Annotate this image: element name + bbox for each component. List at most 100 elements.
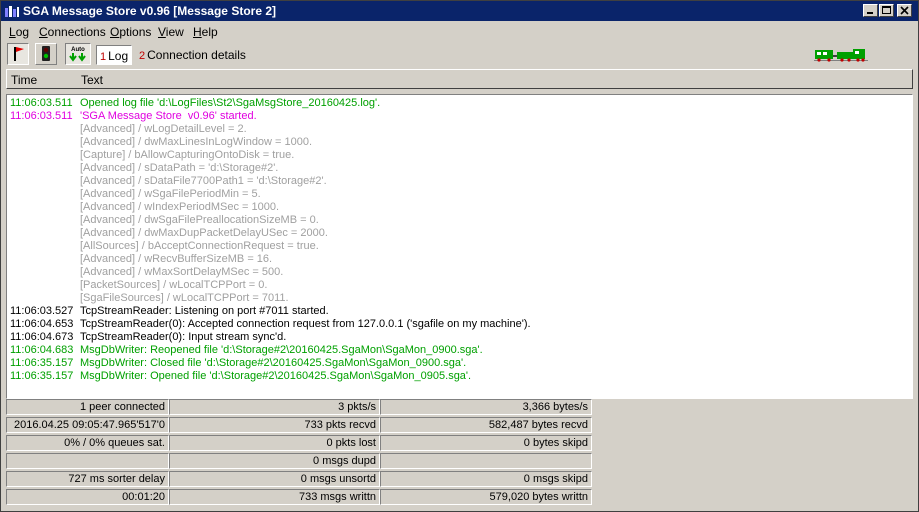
tab-connection-details[interactable]: 2 Connection details bbox=[136, 45, 249, 65]
log-timestamp: 11:06:03.511 bbox=[10, 97, 73, 109]
menu-help[interactable]: Help bbox=[193, 25, 218, 39]
log-list[interactable]: 11:06:03.511 Opened log file 'd:\LogFiles… bbox=[6, 94, 913, 399]
log-text: MsgDbWriter: Reopened file 'd:\Storage#2… bbox=[80, 344, 483, 356]
log-timestamp: 11:06:35.157 bbox=[10, 370, 74, 382]
column-header-time[interactable]: Time bbox=[11, 73, 37, 87]
menu-view[interactable]: View bbox=[158, 25, 184, 39]
auto-label: Auto bbox=[71, 47, 85, 53]
log-text: [Advanced] / wRecvBufferSizeMB = 16. bbox=[80, 253, 273, 265]
status-cell: 1 peer connected bbox=[6, 399, 169, 415]
flag-icon bbox=[14, 47, 24, 61]
traffic-light-icon bbox=[42, 46, 50, 61]
log-text: [Capture] / bAllowCapturingOntoDisk = tr… bbox=[80, 149, 295, 161]
close-icon bbox=[900, 6, 909, 15]
app-icon bbox=[5, 6, 19, 17]
log-line: 11:06:04.653 TcpStreamReader(0): Accepted… bbox=[10, 318, 531, 331]
status-cell: 0 msgs skipd bbox=[380, 471, 592, 487]
menu-help-label: elp bbox=[201, 25, 218, 39]
log-line: 11:06:03.511 'SGA Message Store v0.96' st… bbox=[10, 110, 257, 123]
log-line: [Advanced] / dwSgaFilePreallocationSizeM… bbox=[10, 214, 319, 227]
auto-scroll-button[interactable]: Auto bbox=[65, 43, 91, 65]
log-text: [SgaFileSources] / wLocalTCPPort = 7011. bbox=[80, 292, 289, 304]
log-text: [Advanced] / dwSgaFilePreallocationSizeM… bbox=[80, 214, 319, 226]
log-text: MsgDbWriter: Opened file 'd:\Storage#2\2… bbox=[80, 370, 472, 382]
log-timestamp: 11:06:04.653 bbox=[10, 318, 74, 330]
menu-options-accel: O bbox=[110, 25, 120, 39]
maximize-icon bbox=[882, 6, 891, 14]
log-line: [Advanced] / dwMaxDupPacketDelayUSec = 2… bbox=[10, 227, 328, 240]
log-timestamp: 11:06:35.157 bbox=[10, 357, 74, 369]
log-line: 11:06:03.511 Opened log file 'd:\LogFiles… bbox=[10, 97, 380, 110]
log-line: [Advanced] / wLogDetailLevel = 2. bbox=[10, 123, 247, 136]
status-cell: 0 msgs unsortd bbox=[169, 471, 380, 487]
log-line: [Advanced] / sDataPath = 'd:\Storage#2'. bbox=[10, 162, 278, 175]
log-timestamp: 11:06:04.683 bbox=[10, 344, 74, 356]
status-cell bbox=[6, 453, 169, 469]
menu-options-label: ptions bbox=[119, 25, 152, 39]
log-line: [Advanced] / wIndexPeriodMSec = 1000. bbox=[10, 201, 279, 214]
tab-log[interactable]: 1 Log bbox=[96, 45, 133, 65]
log-timestamp: 11:06:04.673 bbox=[10, 331, 74, 343]
tab-log-label: Log bbox=[108, 49, 129, 63]
tab-connection-details-number: 2 bbox=[139, 50, 146, 62]
menu-log-label: og bbox=[15, 25, 30, 39]
log-line: 11:06:03.527 TcpStreamReader: Listening o… bbox=[10, 305, 329, 318]
status-cell: 727 ms sorter delay bbox=[6, 471, 169, 487]
log-line: [PacketSources] / wLocalTCPPort = 0. bbox=[10, 279, 267, 292]
close-button[interactable] bbox=[897, 4, 912, 17]
flag-button[interactable] bbox=[7, 43, 29, 65]
menu-view-label: iew bbox=[165, 25, 184, 39]
log-line: [Advanced] / wRecvBufferSizeMB = 16. bbox=[10, 253, 272, 266]
menu-connections[interactable]: Connections bbox=[39, 25, 106, 39]
main-window: SGA Message Store v0.96 [Message Store 2… bbox=[0, 0, 919, 512]
menu-options[interactable]: Options bbox=[110, 25, 151, 39]
status-cell: 3,366 bytes/s bbox=[380, 399, 592, 415]
status-cell: 2016.04.25 09:05:47.965'517'0 bbox=[6, 417, 169, 433]
menu-view-accel: V bbox=[158, 25, 166, 39]
log-text: [AllSources] / bAcceptConnectionRequest … bbox=[80, 240, 319, 252]
log-text: Opened log file 'd:\LogFiles\St2\SgaMsgS… bbox=[80, 97, 381, 109]
status-cell: 579,020 bytes writtn bbox=[380, 489, 592, 505]
minimize-button[interactable] bbox=[863, 4, 878, 17]
status-cell: 00:01:20 bbox=[6, 489, 169, 505]
menu-help-accel: H bbox=[193, 25, 202, 39]
log-text: MsgDbWriter: Closed file 'd:\Storage#2\2… bbox=[80, 357, 467, 369]
train-icon bbox=[814, 49, 868, 62]
log-line: [Advanced] / wMaxSortDelayMSec = 500. bbox=[10, 266, 283, 279]
log-line: 11:06:35.157 MsgDbWriter: Closed file 'd:… bbox=[10, 357, 466, 370]
log-text: TcpStreamReader(0): Accepted connection … bbox=[80, 318, 531, 330]
status-cell: 0 pkts lost bbox=[169, 435, 380, 451]
menu-log[interactable]: Log bbox=[9, 25, 29, 39]
log-text: [Advanced] / wLogDetailLevel = 2. bbox=[80, 123, 247, 135]
log-text: TcpStreamReader: Listening on port #7011… bbox=[80, 305, 329, 317]
status-cell: 733 pkts recvd bbox=[169, 417, 380, 433]
log-timestamp: 11:06:03.511 bbox=[10, 110, 73, 122]
column-header-text[interactable]: Text bbox=[81, 73, 103, 87]
menu-connections-accel: C bbox=[39, 25, 48, 39]
log-text: [Advanced] / wMaxSortDelayMSec = 500. bbox=[80, 266, 284, 278]
log-line: [Advanced] / dwMaxLinesInLogWindow = 100… bbox=[10, 136, 312, 149]
log-line: 11:06:04.683 MsgDbWriter: Reopened file '… bbox=[10, 344, 483, 357]
tab-connection-details-label: Connection details bbox=[147, 48, 246, 62]
title-bar[interactable]: SGA Message Store v0.96 [Message Store 2… bbox=[1, 1, 918, 21]
log-line: [Capture] / bAllowCapturingOntoDisk = tr… bbox=[10, 149, 294, 162]
toolbar: Auto 1 Log 2 Connection details bbox=[1, 42, 918, 68]
log-text: [PacketSources] / wLocalTCPPort = 0. bbox=[80, 279, 268, 291]
log-line: 11:06:35.157 MsgDbWriter: Opened file 'd:… bbox=[10, 370, 471, 383]
log-text: [Advanced] / wSgaFilePeriodMin = 5. bbox=[80, 188, 261, 200]
log-text: [Advanced] / dwMaxLinesInLogWindow = 100… bbox=[80, 136, 313, 148]
tab-log-number: 1 bbox=[100, 51, 107, 63]
log-text: [Advanced] / dwMaxDupPacketDelayUSec = 2… bbox=[80, 227, 328, 239]
log-text: 'SGA Message Store v0.96' started. bbox=[80, 110, 257, 122]
traffic-light-button[interactable] bbox=[35, 43, 57, 65]
log-column-header: Time Text bbox=[6, 69, 913, 89]
maximize-button[interactable] bbox=[879, 4, 894, 17]
log-text: [Advanced] / sDataFile7700Path1 = 'd:\St… bbox=[80, 175, 327, 187]
menu-log-accel: L bbox=[9, 25, 16, 39]
log-line: [SgaFileSources] / wLocalTCPPort = 7011. bbox=[10, 292, 289, 305]
status-cell: 582,487 bytes recvd bbox=[380, 417, 592, 433]
status-cell: 0% / 0% queues sat. bbox=[6, 435, 169, 451]
status-cell: 3 pkts/s bbox=[169, 399, 380, 415]
minimize-icon bbox=[867, 12, 873, 14]
status-cell: 0 msgs dupd bbox=[169, 453, 380, 469]
